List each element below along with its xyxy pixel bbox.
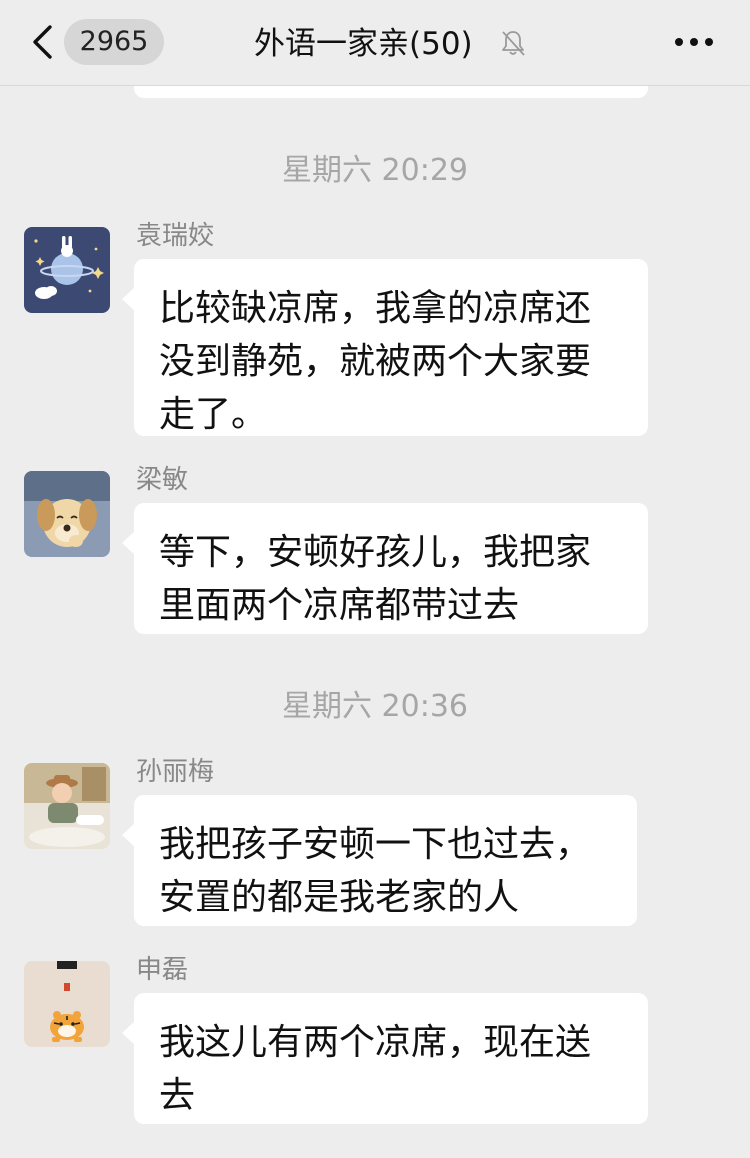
back-chevron-icon[interactable] bbox=[30, 24, 56, 60]
message-bubble[interactable]: 等下，安顿好孩儿，我把家里面两个凉席都带过去 bbox=[122, 503, 648, 634]
sender-name: 申磊 bbox=[136, 955, 189, 985]
avatar-tiger-icon bbox=[24, 961, 110, 1047]
avatar-bunny-planet-icon bbox=[24, 227, 110, 313]
message-bubble[interactable]: 比较缺凉席，我拿的凉席还没到静苑，就被两个大家要走了。 bbox=[122, 259, 648, 436]
avatar-child-photo-icon bbox=[24, 763, 110, 849]
sender-name: 袁瑞姣 bbox=[136, 221, 215, 251]
avatar[interactable] bbox=[24, 471, 110, 557]
message-text: 我这儿有两个凉席，现在送去 bbox=[159, 1022, 592, 1116]
avatar[interactable] bbox=[24, 227, 110, 313]
timestamp-divider: 星期六 20:36 bbox=[282, 689, 468, 724]
avatar[interactable] bbox=[24, 763, 110, 849]
avatar-puppy-icon bbox=[24, 471, 110, 557]
chat-title: 外语一家亲(50) bbox=[254, 26, 473, 62]
message-text: 比较缺凉席，我拿的凉席还没到静苑，就被两个大家要走了。 bbox=[159, 288, 592, 435]
message-bubble[interactable]: 我把孩子安顿一下也过去，安置的都是我老家的人 bbox=[122, 795, 637, 926]
timestamp-divider: 星期六 20:29 bbox=[282, 153, 468, 188]
more-options-icon[interactable] bbox=[674, 36, 714, 48]
muted-bell-icon bbox=[502, 31, 525, 56]
message-text: 等下，安顿好孩儿，我把家里面两个凉席都带过去 bbox=[159, 532, 592, 626]
sender-name: 孙丽梅 bbox=[136, 757, 215, 787]
avatar[interactable] bbox=[24, 961, 110, 1047]
sender-name: 梁敏 bbox=[136, 465, 189, 495]
chat-header: 2965 外语一家亲(50) bbox=[0, 0, 750, 86]
message-bubble[interactable]: 我这儿有两个凉席，现在送去 bbox=[122, 993, 648, 1124]
message-text: 我把孩子安顿一下也过去，安置的都是我老家的人 bbox=[159, 824, 592, 918]
unread-count-badge[interactable]: 2965 bbox=[64, 19, 164, 65]
